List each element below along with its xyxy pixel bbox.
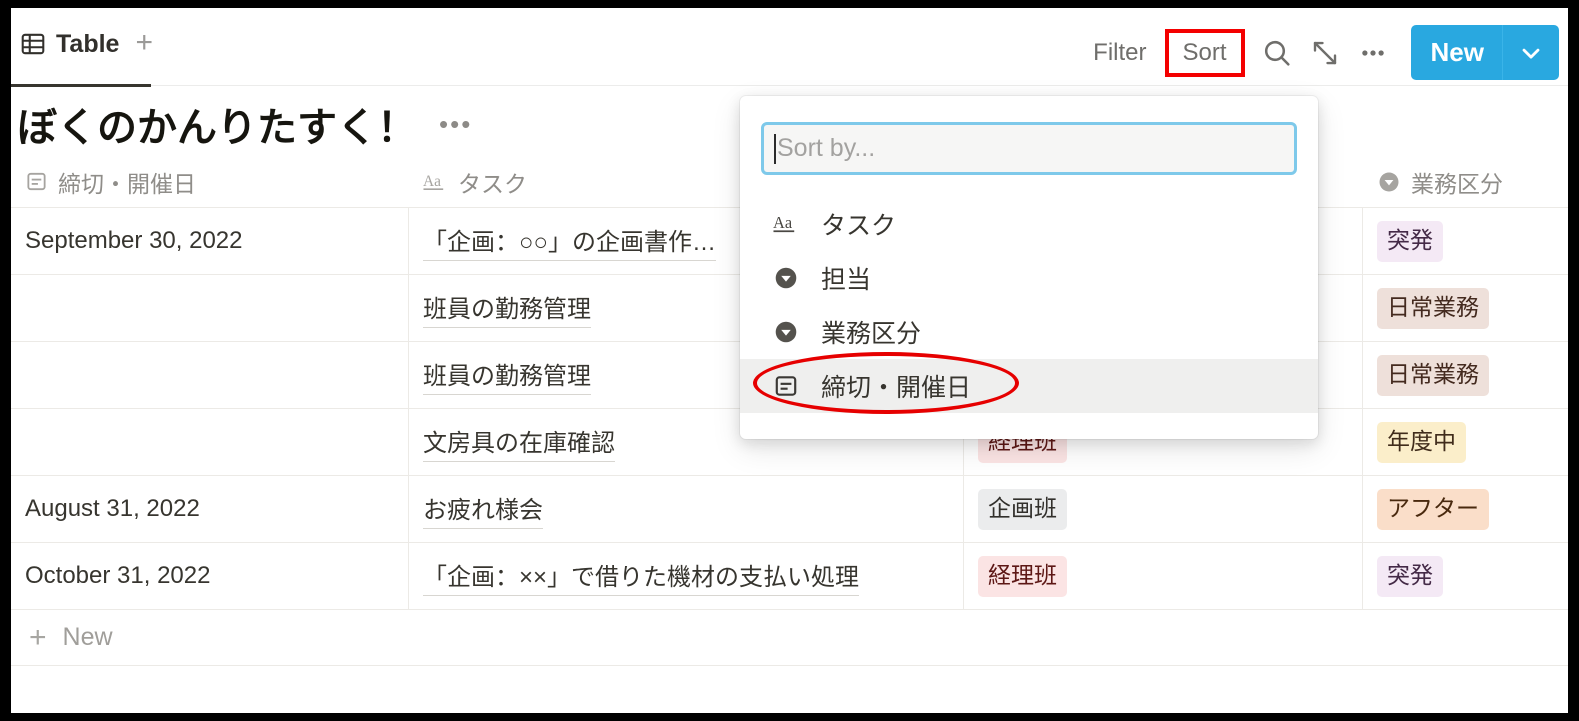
- add-view-button[interactable]: +: [135, 28, 153, 74]
- sort-option-category[interactable]: 業務区分: [740, 305, 1318, 359]
- more-horizontal-icon[interactable]: •••: [439, 111, 472, 145]
- cell-task[interactable]: 「企画：××」で借りた機材の支払い処理: [409, 543, 964, 609]
- cell-task-text: 「企画：××」で借りた機材の支払い処理: [423, 557, 860, 596]
- cell-team[interactable]: 企画班: [964, 476, 1363, 542]
- column-header-date-label: 締切・開催日: [58, 170, 196, 197]
- cell-date[interactable]: [11, 409, 409, 475]
- select-chevron-icon: [771, 319, 801, 345]
- cell-category-tag: アフター: [1377, 488, 1489, 530]
- table-row[interactable]: August 31, 2022 お疲れ様会 企画班 アフター: [11, 476, 1568, 543]
- text-aa-icon: Aa: [423, 171, 448, 193]
- cell-date[interactable]: [11, 342, 409, 408]
- tab-table-label: Table: [56, 29, 120, 58]
- cell-category-tag: 突発: [1377, 220, 1443, 262]
- cell-task-text: 文房具の在庫確認: [423, 423, 615, 462]
- select-chevron-icon: [771, 265, 801, 291]
- expand-icon[interactable]: [1301, 29, 1349, 77]
- cell-category[interactable]: 年度中: [1363, 409, 1568, 475]
- cell-task-text: 班員の勤務管理: [423, 356, 591, 395]
- table-icon: [20, 31, 46, 57]
- cell-category[interactable]: 突発: [1363, 543, 1568, 609]
- cell-date-text: September 30, 2022: [25, 227, 243, 254]
- cell-date[interactable]: [11, 275, 409, 341]
- svg-text:Aa: Aa: [773, 213, 793, 232]
- cell-date[interactable]: October 31, 2022: [11, 543, 409, 609]
- notion-database-view: Table + Filter Sort New ぼくのかんりたすく！ ••• 締…: [11, 8, 1568, 713]
- cell-date-text: August 31, 2022: [25, 495, 200, 522]
- column-header-category-label: 業務区分: [1411, 170, 1503, 197]
- sort-option-due-date[interactable]: 締切・開催日: [740, 352, 1318, 414]
- toolbar-actions: Filter Sort New: [1081, 25, 1559, 80]
- cell-task[interactable]: お疲れ様会: [409, 476, 964, 542]
- cell-date-text: October 31, 2022: [25, 562, 211, 589]
- more-horizontal-icon[interactable]: [1349, 29, 1397, 77]
- filter-button[interactable]: Filter: [1081, 33, 1158, 73]
- calendar-date-icon: [25, 170, 48, 193]
- sort-search-input[interactable]: Sort by...: [761, 122, 1297, 175]
- cell-task-text: 班員の勤務管理: [423, 289, 591, 328]
- cell-category-tag: 突発: [1377, 555, 1443, 597]
- cell-category-tag: 年度中: [1377, 421, 1466, 463]
- sort-search-placeholder: Sort by...: [777, 134, 876, 162]
- cell-category[interactable]: アフター: [1363, 476, 1568, 542]
- sort-option-assignee[interactable]: 担当: [740, 251, 1318, 305]
- text-aa-icon: Aa: [771, 212, 801, 236]
- new-button-group: New: [1410, 25, 1559, 80]
- sort-button-highlight: Sort: [1164, 28, 1245, 77]
- add-new-row-label: New: [62, 623, 113, 651]
- calendar-date-icon: [771, 373, 801, 399]
- sort-popover: Sort by... Aa タスク 担当 業務区分 締切・開催日: [740, 96, 1318, 439]
- sort-options-list: Aa タスク 担当 業務区分 締切・開催日: [740, 197, 1318, 414]
- sort-option-due-date-label: 締切・開催日: [821, 374, 972, 402]
- new-button[interactable]: New: [1411, 25, 1502, 80]
- sort-option-task[interactable]: Aa タスク: [740, 197, 1318, 251]
- search-icon[interactable]: [1253, 29, 1301, 77]
- cell-category-tag: 日常業務: [1377, 287, 1489, 329]
- active-tab-underline: [11, 84, 151, 87]
- sort-button[interactable]: Sort: [1175, 35, 1235, 71]
- cell-category[interactable]: 日常業務: [1363, 275, 1568, 341]
- tab-table[interactable]: Table: [18, 30, 121, 73]
- svg-text:Aa: Aa: [423, 172, 441, 189]
- column-header-task-label: タスク: [458, 170, 527, 197]
- cell-category[interactable]: 突発: [1363, 208, 1568, 274]
- plus-icon: +: [29, 620, 47, 654]
- cell-task-text: 「企画：○○」の企画書作…: [423, 222, 716, 261]
- chevron-down-icon[interactable]: [1503, 25, 1559, 80]
- sort-option-category-label: 業務区分: [821, 320, 922, 348]
- cell-task-text: お疲れ様会: [423, 490, 543, 529]
- cell-team[interactable]: 経理班: [964, 543, 1363, 609]
- toolbar-divider: [11, 85, 1568, 86]
- add-new-row-button[interactable]: + New: [11, 610, 1568, 666]
- cell-team-tag: 経理班: [978, 555, 1067, 597]
- text-cursor: [774, 133, 776, 164]
- cell-category[interactable]: 日常業務: [1363, 342, 1568, 408]
- table-row[interactable]: October 31, 2022 「企画：××」で借りた機材の支払い処理 経理班…: [11, 543, 1568, 610]
- cell-date[interactable]: September 30, 2022: [11, 208, 409, 274]
- column-header-date[interactable]: 締切・開催日: [11, 156, 409, 207]
- toolbar: Table + Filter Sort New: [11, 8, 1568, 94]
- cell-category-tag: 日常業務: [1377, 354, 1489, 396]
- select-chevron-icon: [1377, 170, 1401, 194]
- cell-date[interactable]: August 31, 2022: [11, 476, 409, 542]
- view-tabs: Table +: [18, 28, 153, 74]
- cell-team-tag: 企画班: [978, 488, 1067, 530]
- sort-option-task-label: タスク: [821, 212, 897, 240]
- sort-option-assignee-label: 担当: [821, 266, 872, 294]
- page-title[interactable]: ぼくのかんりたすく！: [17, 104, 417, 152]
- column-header-category[interactable]: 業務区分: [1363, 156, 1568, 207]
